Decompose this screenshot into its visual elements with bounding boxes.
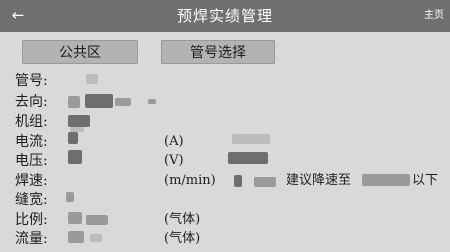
weld-speed-value-redacted <box>234 175 242 187</box>
unit-group-value-redacted <box>68 115 90 127</box>
weld-speed-advice-redacted <box>362 174 410 186</box>
ratio-label: 比例: <box>15 212 48 228</box>
unit-group-label: 机组: <box>15 114 48 130</box>
weld-speed-value-redacted <box>254 177 276 187</box>
voltage-setpoint-redacted <box>228 152 268 164</box>
public-area-button[interactable]: 公共区 <box>22 40 138 64</box>
current-unit: (A) <box>164 134 184 149</box>
ratio-unit: (气体) <box>164 212 201 227</box>
flow-value-redacted <box>68 231 84 243</box>
weld-speed-label: 焊速: <box>15 173 48 189</box>
current-label: 电流: <box>15 134 48 150</box>
weld-speed-advice-suffix: 以下 <box>412 173 439 188</box>
gap-width-label: 缝宽: <box>15 192 48 208</box>
weld-speed-unit: (m/min) <box>164 173 216 188</box>
voltage-value-redacted <box>68 150 82 164</box>
pipe-no-label: 管号: <box>15 73 48 89</box>
direction-label: 去向: <box>15 94 48 110</box>
direction-value-redacted <box>68 96 80 108</box>
ratio-value-redacted <box>86 215 108 225</box>
flow-unit: (气体) <box>164 231 201 246</box>
header-bar: ← 预焊实绩管理 主页 <box>0 0 450 32</box>
home-link[interactable]: 主页 <box>424 0 444 32</box>
page-title: 预焊实绩管理 <box>176 7 273 25</box>
current-value-redacted <box>68 132 78 144</box>
pipe-no-value-redacted <box>86 74 98 84</box>
weld-speed-advice-prefix: 建议降速至 <box>286 173 352 188</box>
current-setpoint-redacted <box>232 134 270 144</box>
ratio-value-redacted <box>68 212 82 224</box>
voltage-unit: (V) <box>164 153 184 168</box>
gap-width-value-redacted <box>66 192 74 202</box>
flow-label: 流量: <box>15 231 48 247</box>
direction-value-redacted <box>85 94 113 108</box>
flow-value-redacted <box>90 234 102 242</box>
voltage-label: 电压: <box>15 153 48 169</box>
direction-value-redacted <box>148 99 156 104</box>
pipe-select-button[interactable]: 管号选择 <box>161 40 275 64</box>
direction-value-redacted <box>115 98 131 106</box>
